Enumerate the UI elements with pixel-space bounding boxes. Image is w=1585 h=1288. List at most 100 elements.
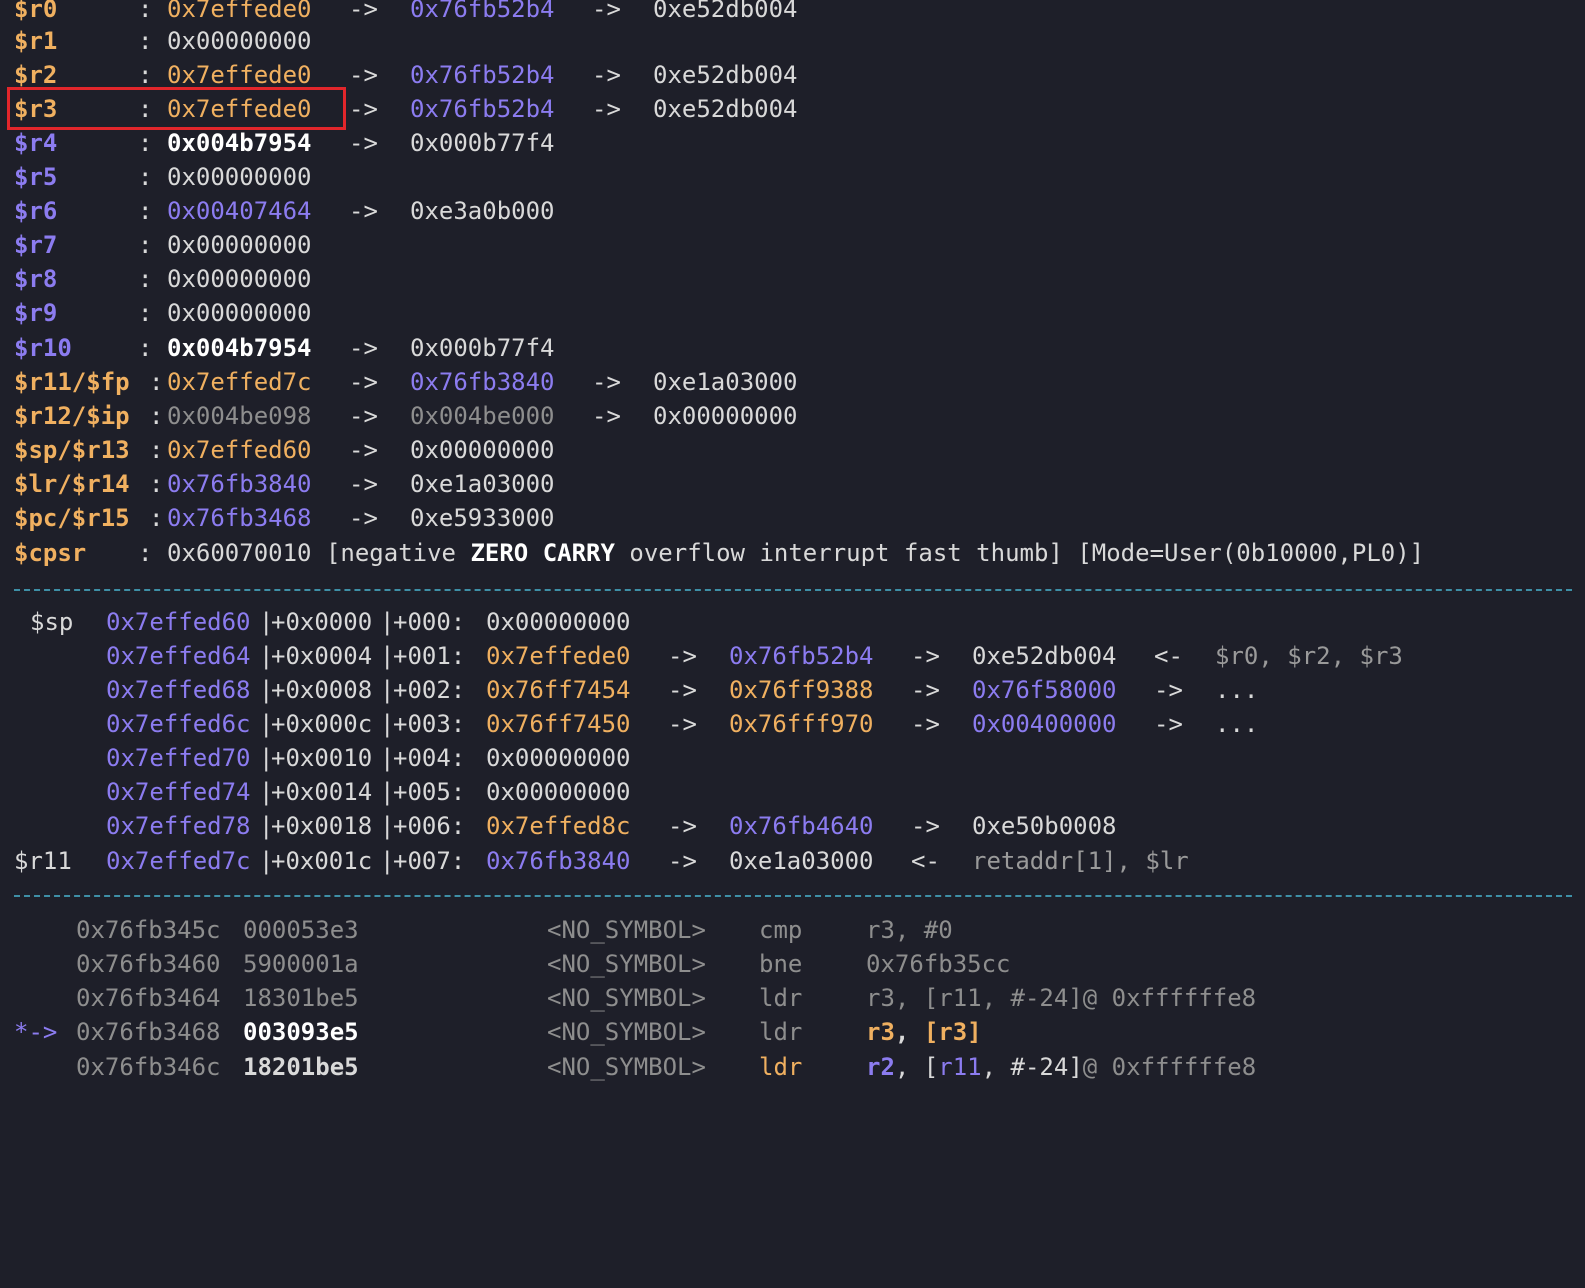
register-value: 0x00407464	[167, 197, 312, 225]
instr-symbol: <NO_SYMBOL>	[547, 950, 706, 978]
instr-mnemonic: ldr	[759, 1018, 803, 1046]
stack-value: 0x76fb3840	[486, 847, 631, 875]
deref-arrow: ->	[349, 334, 378, 362]
section-separator	[14, 895, 1572, 897]
register-row-sp-r13: $sp/$r13 : 0x7effed60 -> 0x00000000	[0, 433, 555, 467]
flag-carry: CARRY	[542, 539, 615, 567]
cpsr-value: 0x60070010	[167, 539, 312, 567]
stack-value: 0x76ff7454	[486, 676, 631, 704]
register-value: 0x76fb3840	[167, 470, 312, 498]
stack-index: +000:	[393, 608, 466, 636]
deref-value: 0xe1a03000	[410, 470, 555, 498]
register-name: $r11/$fp	[14, 368, 130, 396]
register-colon: :	[138, 299, 153, 327]
register-row-r9: $r9 : 0x00000000	[0, 296, 312, 330]
deref-value: 0x76ff9388	[729, 676, 874, 704]
deref-value: 0xe1a03000	[729, 847, 874, 875]
register-value: 0x00000000	[167, 27, 312, 55]
instr-operands: r3, [r11, #-24]@ 0xffffffe8	[866, 984, 1257, 1012]
deref-arrow: ->	[349, 402, 378, 430]
register-value: 0x7effed60	[167, 436, 312, 464]
deref-arrow: ->	[349, 504, 378, 532]
instr-operands: r3, [r3]	[866, 1018, 982, 1046]
instr-operands: r3, #0	[866, 916, 953, 944]
register-value: 0x76fb3468	[167, 504, 312, 532]
instr-operands: 0x76fb35cc	[866, 950, 1011, 978]
deref-value: 0x76fb52b4	[729, 642, 874, 670]
register-colon: :	[138, 27, 153, 55]
register-value: 0x7effed7c	[167, 368, 312, 396]
instr-mnemonic: cmp	[759, 916, 803, 944]
register-row-r6: $r6 : 0x00407464 -> 0xe3a0b000	[0, 194, 555, 228]
ref-note: retaddr[1], $lr	[972, 847, 1189, 875]
register-colon: :	[138, 163, 153, 191]
instr-address: 0x76fb346c	[76, 1053, 221, 1081]
stack-address: 0x7effed64	[106, 642, 251, 670]
stack-row: 0x7effed70 | +0x0010 | +004: 0x00000000	[0, 741, 631, 775]
stack-value: 0x00000000	[486, 608, 631, 636]
stack-offset: +0x0004	[271, 642, 373, 670]
instr-operands: r2, [r11, #-24]@ 0xffffffe8	[866, 1053, 1257, 1081]
register-colon: :	[149, 470, 164, 498]
deref-arrow: ->	[668, 812, 697, 840]
deref-value: 0xe52db004	[653, 61, 798, 89]
register-colon: :	[138, 231, 153, 259]
instr-mnemonic: ldr	[759, 984, 803, 1012]
deref-arrow: ->	[911, 710, 940, 738]
stack-address: 0x7effed68	[106, 676, 251, 704]
deref-value: 0xe50b0008	[972, 812, 1117, 840]
deref-value: 0x000b77f4	[410, 129, 555, 157]
register-name: $r1	[14, 27, 58, 55]
register-colon: :	[138, 539, 153, 567]
deref-value: 0xe3a0b000	[410, 197, 555, 225]
instr-bytes: 18201be5	[243, 1053, 359, 1081]
deref-arrow: ->	[349, 368, 378, 396]
register-colon: :	[138, 0, 153, 23]
deref-arrow: ->	[668, 642, 697, 670]
deref-arrow: ->	[349, 197, 378, 225]
register-value: 0x00000000	[167, 299, 312, 327]
deref-value: 0xe52db004	[653, 95, 798, 123]
stack-row: 0x7effed78 | +0x0018 | +006: 0x7effed8c …	[0, 809, 1117, 843]
stack-offset: +0x0008	[271, 676, 373, 704]
register-row-r11-fp: $r11/$fp : 0x7effed7c -> 0x76fb3840 -> 0…	[0, 365, 798, 399]
register-name: $r12/$ip	[14, 402, 130, 430]
register-row-r5: $r5 : 0x00000000	[0, 160, 312, 194]
deref-arrow: ->	[592, 61, 621, 89]
register-value: 0x004b7954	[167, 334, 312, 362]
deref-value: 0x00400000	[972, 710, 1117, 738]
stack-offset: +0x0014	[271, 778, 373, 806]
instr-address: 0x76fb3468	[76, 1018, 221, 1046]
deref-arrow: ->	[911, 812, 940, 840]
stack-value: 0x00000000	[486, 778, 631, 806]
ref-arrow: <-	[911, 847, 940, 875]
deref-arrow: ->	[592, 402, 621, 430]
stack-index: +007:	[393, 847, 466, 875]
deref-value: 0xe52db004	[653, 0, 798, 23]
instr-symbol: <NO_SYMBOL>	[547, 1018, 706, 1046]
stack-address: 0x7effed78	[106, 812, 251, 840]
cpsr-flags-open: [negative	[325, 539, 471, 567]
register-row-r8: $r8 : 0x00000000	[0, 262, 312, 296]
register-row-cpsr: $cpsr : 0x60070010 [negative ZERO CARRY …	[0, 536, 1424, 570]
deref-arrow: ->	[349, 95, 378, 123]
stack-label: $sp	[30, 608, 74, 636]
stack-address: 0x7effed7c	[106, 847, 251, 875]
stack-row: $r11 0x7effed7c | +0x001c | +007: 0x76fb…	[0, 844, 1189, 878]
instr-address: 0x76fb345c	[76, 916, 221, 944]
deref-value: 0x76fb4640	[729, 812, 874, 840]
instr-mnemonic: bne	[759, 950, 803, 978]
deref-arrow: ->	[668, 676, 697, 704]
flag-zero: ZERO	[470, 539, 529, 567]
deref-arrow: ->	[911, 642, 940, 670]
register-name: $pc/$r15	[14, 504, 130, 532]
stack-row: 0x7effed74 | +0x0014 | +005: 0x00000000	[0, 775, 631, 809]
stack-index: +002:	[393, 676, 466, 704]
deref-value: 0xe1a03000	[653, 368, 798, 396]
deref-arrow: ->	[349, 436, 378, 464]
deref-value: 0x76fb52b4	[410, 95, 555, 123]
register-row-r7: $r7 : 0x00000000	[0, 228, 312, 262]
instr-symbol: <NO_SYMBOL>	[547, 984, 706, 1012]
stack-value: 0x7effede0	[486, 642, 631, 670]
instr-address: 0x76fb3464	[76, 984, 221, 1012]
